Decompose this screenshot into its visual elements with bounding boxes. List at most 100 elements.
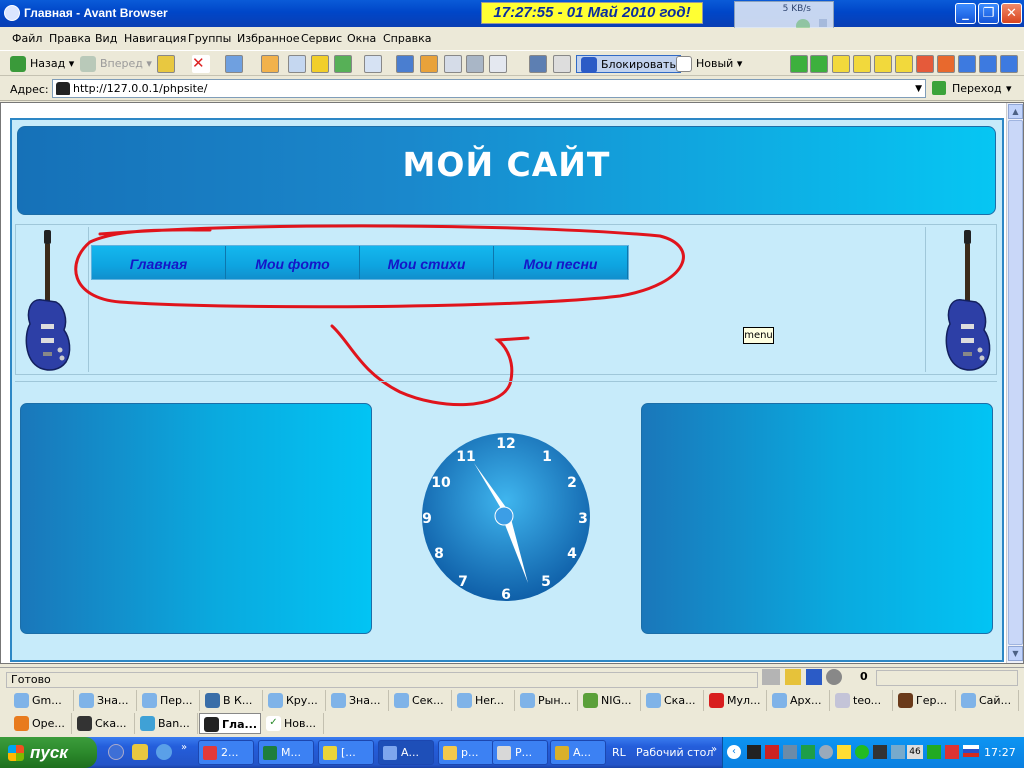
close-button[interactable]: ✕: [1001, 3, 1022, 24]
window-icon[interactable]: [364, 55, 382, 73]
tray-icq-icon[interactable]: [855, 745, 869, 759]
forward-button[interactable]: Вперед ▾: [80, 55, 152, 73]
tile-horizontal-icon[interactable]: [853, 55, 871, 73]
tab[interactable]: teo...: [831, 690, 893, 711]
tray-glasses-icon[interactable]: [873, 745, 887, 759]
tab[interactable]: Gm...: [10, 690, 74, 711]
block-popups-button[interactable]: Блокировать: [576, 55, 681, 73]
tab[interactable]: Зна...: [75, 690, 137, 711]
menu-help[interactable]: Справка: [383, 32, 431, 45]
one-window-icon[interactable]: [937, 55, 955, 73]
tray-spy-icon[interactable]: [747, 745, 761, 759]
quicklaunch-app-icon[interactable]: [132, 744, 148, 760]
tray-badge[interactable]: 46: [907, 745, 923, 759]
tray-disk-icon[interactable]: [819, 745, 833, 759]
home-icon[interactable]: [261, 55, 279, 73]
ie-page-icon: [394, 693, 409, 708]
back-button[interactable]: Назад ▾: [10, 55, 74, 73]
child-close-icon[interactable]: [1000, 55, 1018, 73]
tab[interactable]: Гер...: [894, 690, 956, 711]
menu-navigation[interactable]: Навигация: [124, 32, 186, 45]
child-minimize-icon[interactable]: [958, 55, 976, 73]
menu-edit[interactable]: Правка: [49, 32, 91, 45]
tray-h-icon[interactable]: [801, 745, 815, 759]
tab[interactable]: Мул...: [705, 690, 767, 711]
tab[interactable]: Ска...: [73, 713, 135, 734]
prev-window-icon[interactable]: [790, 55, 808, 73]
maximize-button[interactable]: ❐: [978, 3, 999, 24]
history-icon[interactable]: [334, 55, 352, 73]
tray-app-icon[interactable]: [927, 745, 941, 759]
scroll-down-icon[interactable]: ▼: [1008, 646, 1023, 661]
up-icon[interactable]: [157, 55, 175, 73]
stop-icon[interactable]: ✕: [192, 55, 210, 73]
tray-collapse-icon[interactable]: ‹: [727, 745, 741, 759]
taskbar-item[interactable]: p...: [438, 740, 494, 765]
address-input[interactable]: http://127.0.0.1/phpsite/ ▼: [52, 79, 926, 98]
tray-russian-flag-icon[interactable]: [963, 745, 979, 757]
menu-windows[interactable]: Окна: [347, 32, 376, 45]
tray-network-icon[interactable]: [783, 745, 797, 759]
minimize-button[interactable]: _: [955, 3, 976, 24]
font-icon[interactable]: [396, 55, 414, 73]
menu-tools[interactable]: Сервис: [301, 32, 342, 45]
search-icon[interactable]: [288, 55, 306, 73]
taskbar-item[interactable]: М...: [258, 740, 314, 765]
favorites-star-icon[interactable]: [311, 55, 329, 73]
quicklaunch-ie-icon[interactable]: [156, 744, 172, 760]
vertical-scrollbar[interactable]: ▲ ▼: [1006, 103, 1023, 663]
print-icon[interactable]: [466, 55, 484, 73]
tray-pen-icon[interactable]: [765, 745, 779, 759]
next-window-icon[interactable]: [810, 55, 828, 73]
flash-block-icon[interactable]: [553, 55, 571, 73]
tab[interactable]: Her...: [453, 690, 515, 711]
tab[interactable]: Сек...: [390, 690, 452, 711]
quicklaunch-expand-icon[interactable]: »: [181, 742, 187, 753]
refresh-icon[interactable]: [225, 55, 243, 73]
start-button[interactable]: пуск: [0, 737, 97, 768]
mail-icon[interactable]: [489, 55, 507, 73]
encoding-icon[interactable]: [420, 55, 438, 73]
quicklaunch-avant-icon[interactable]: [108, 744, 124, 760]
gallery-icon[interactable]: [529, 55, 547, 73]
taskbar-item[interactable]: А...: [550, 740, 606, 765]
new-window-button[interactable]: Новый ▾: [676, 55, 742, 73]
tab[interactable]: ✓ Нов...: [262, 713, 324, 734]
tab-active[interactable]: Гла...: [199, 713, 261, 734]
tile-vertical-icon[interactable]: [874, 55, 892, 73]
scroll-up-icon[interactable]: ▲: [1008, 104, 1023, 119]
tab[interactable]: Зна...: [327, 690, 389, 711]
desktop-toolbar-label[interactable]: Рабочий стол: [636, 746, 713, 759]
tab[interactable]: Пер...: [138, 690, 200, 711]
go-button[interactable]: Переход ▾: [928, 79, 1022, 98]
tab[interactable]: Арх...: [768, 690, 830, 711]
menu-favorites[interactable]: Избранное: [237, 32, 299, 45]
tab[interactable]: Рын...: [516, 690, 578, 711]
tray-warning-icon[interactable]: [837, 745, 851, 759]
menu-file[interactable]: Файл: [12, 32, 42, 45]
close-all-icon[interactable]: [916, 55, 934, 73]
taskbar-item[interactable]: [...: [318, 740, 374, 765]
maximize-all-icon[interactable]: [895, 55, 913, 73]
tab[interactable]: Сай...: [957, 690, 1019, 711]
address-dropdown-icon[interactable]: ▼: [915, 81, 922, 98]
taskbar-item-active[interactable]: А...: [378, 740, 434, 765]
tab[interactable]: NIG...: [579, 690, 641, 711]
page-icon[interactable]: [444, 55, 462, 73]
menu-groups[interactable]: Группы: [188, 32, 231, 45]
language-indicator[interactable]: RL: [612, 746, 626, 759]
desktop-expand-icon[interactable]: »: [711, 744, 717, 755]
tray-monitor-icon[interactable]: [891, 745, 905, 759]
taskbar-item[interactable]: Р...: [492, 740, 548, 765]
taskbar-item[interactable]: 2...: [198, 740, 254, 765]
tab[interactable]: Ска...: [642, 690, 704, 711]
tab[interactable]: В К...: [201, 690, 263, 711]
tray-bars-icon[interactable]: [945, 745, 959, 759]
menu-view[interactable]: Вид: [95, 32, 117, 45]
scroll-thumb[interactable]: [1008, 120, 1023, 645]
child-restore-icon[interactable]: [979, 55, 997, 73]
tab[interactable]: Кру...: [264, 690, 326, 711]
tab[interactable]: Ope...: [10, 713, 72, 734]
cascade-icon[interactable]: [832, 55, 850, 73]
tab[interactable]: Ban...: [136, 713, 198, 734]
